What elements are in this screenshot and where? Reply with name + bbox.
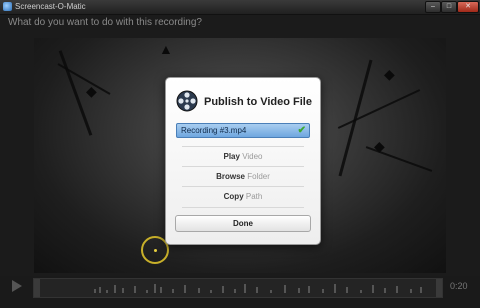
recording-duration: 0:20 [450,281,468,291]
audio-waveform [94,284,422,293]
copy-path-action[interactable]: Copy Path [182,188,304,206]
action-verb: Browse [216,172,245,181]
play-video-action[interactable]: Play Video [182,148,304,166]
bird-silhouette-icon: ◆ [374,138,385,154]
divider [182,186,304,187]
publish-dialog: Publish to Video File Recording #3.mp4 ✔… [165,77,321,245]
player-bar: 0:20 [0,276,480,308]
browse-folder-action[interactable]: Browse Folder [182,168,304,186]
action-object: Video [242,152,263,161]
divider [182,207,304,208]
minimize-button[interactable]: – [425,1,441,13]
trim-end-handle[interactable] [436,279,442,297]
bird-silhouette-icon: ◆ [86,83,97,99]
done-button[interactable]: Done [175,215,311,232]
app-window: Screencast-O-Matic – □ ✕ What do you wan… [0,0,480,308]
divider [182,166,304,167]
maximize-button[interactable]: □ [441,1,457,13]
close-button[interactable]: ✕ [457,1,479,13]
timeline-scrubber[interactable] [33,278,443,298]
trim-start-handle[interactable] [34,279,40,297]
tree-silhouette-left-branch [57,63,111,95]
window-title: Screencast-O-Matic [15,2,86,11]
checkmark-icon: ✔ [297,125,306,136]
file-name-value[interactable]: Recording #3.mp4 [181,124,246,137]
file-name-field[interactable]: Recording #3.mp4 ✔ [176,123,310,138]
divider [182,146,304,147]
action-verb: Copy [223,192,244,201]
title-bar[interactable]: Screencast-O-Matic – □ ✕ [0,0,480,15]
dialog-title: Publish to Video File [204,96,312,108]
recording-prompt: What do you want to do with this recordi… [8,17,202,28]
action-object: Folder [247,172,270,181]
bird-silhouette-icon: ▲ [159,41,173,57]
action-verb: Play [223,152,240,161]
bird-silhouette-icon: ◆ [384,66,395,82]
film-reel-icon [176,90,198,112]
app-icon [3,2,12,11]
play-icon[interactable] [12,280,22,292]
action-object: Path [245,192,263,201]
tree-silhouette-right-branch [337,89,421,129]
